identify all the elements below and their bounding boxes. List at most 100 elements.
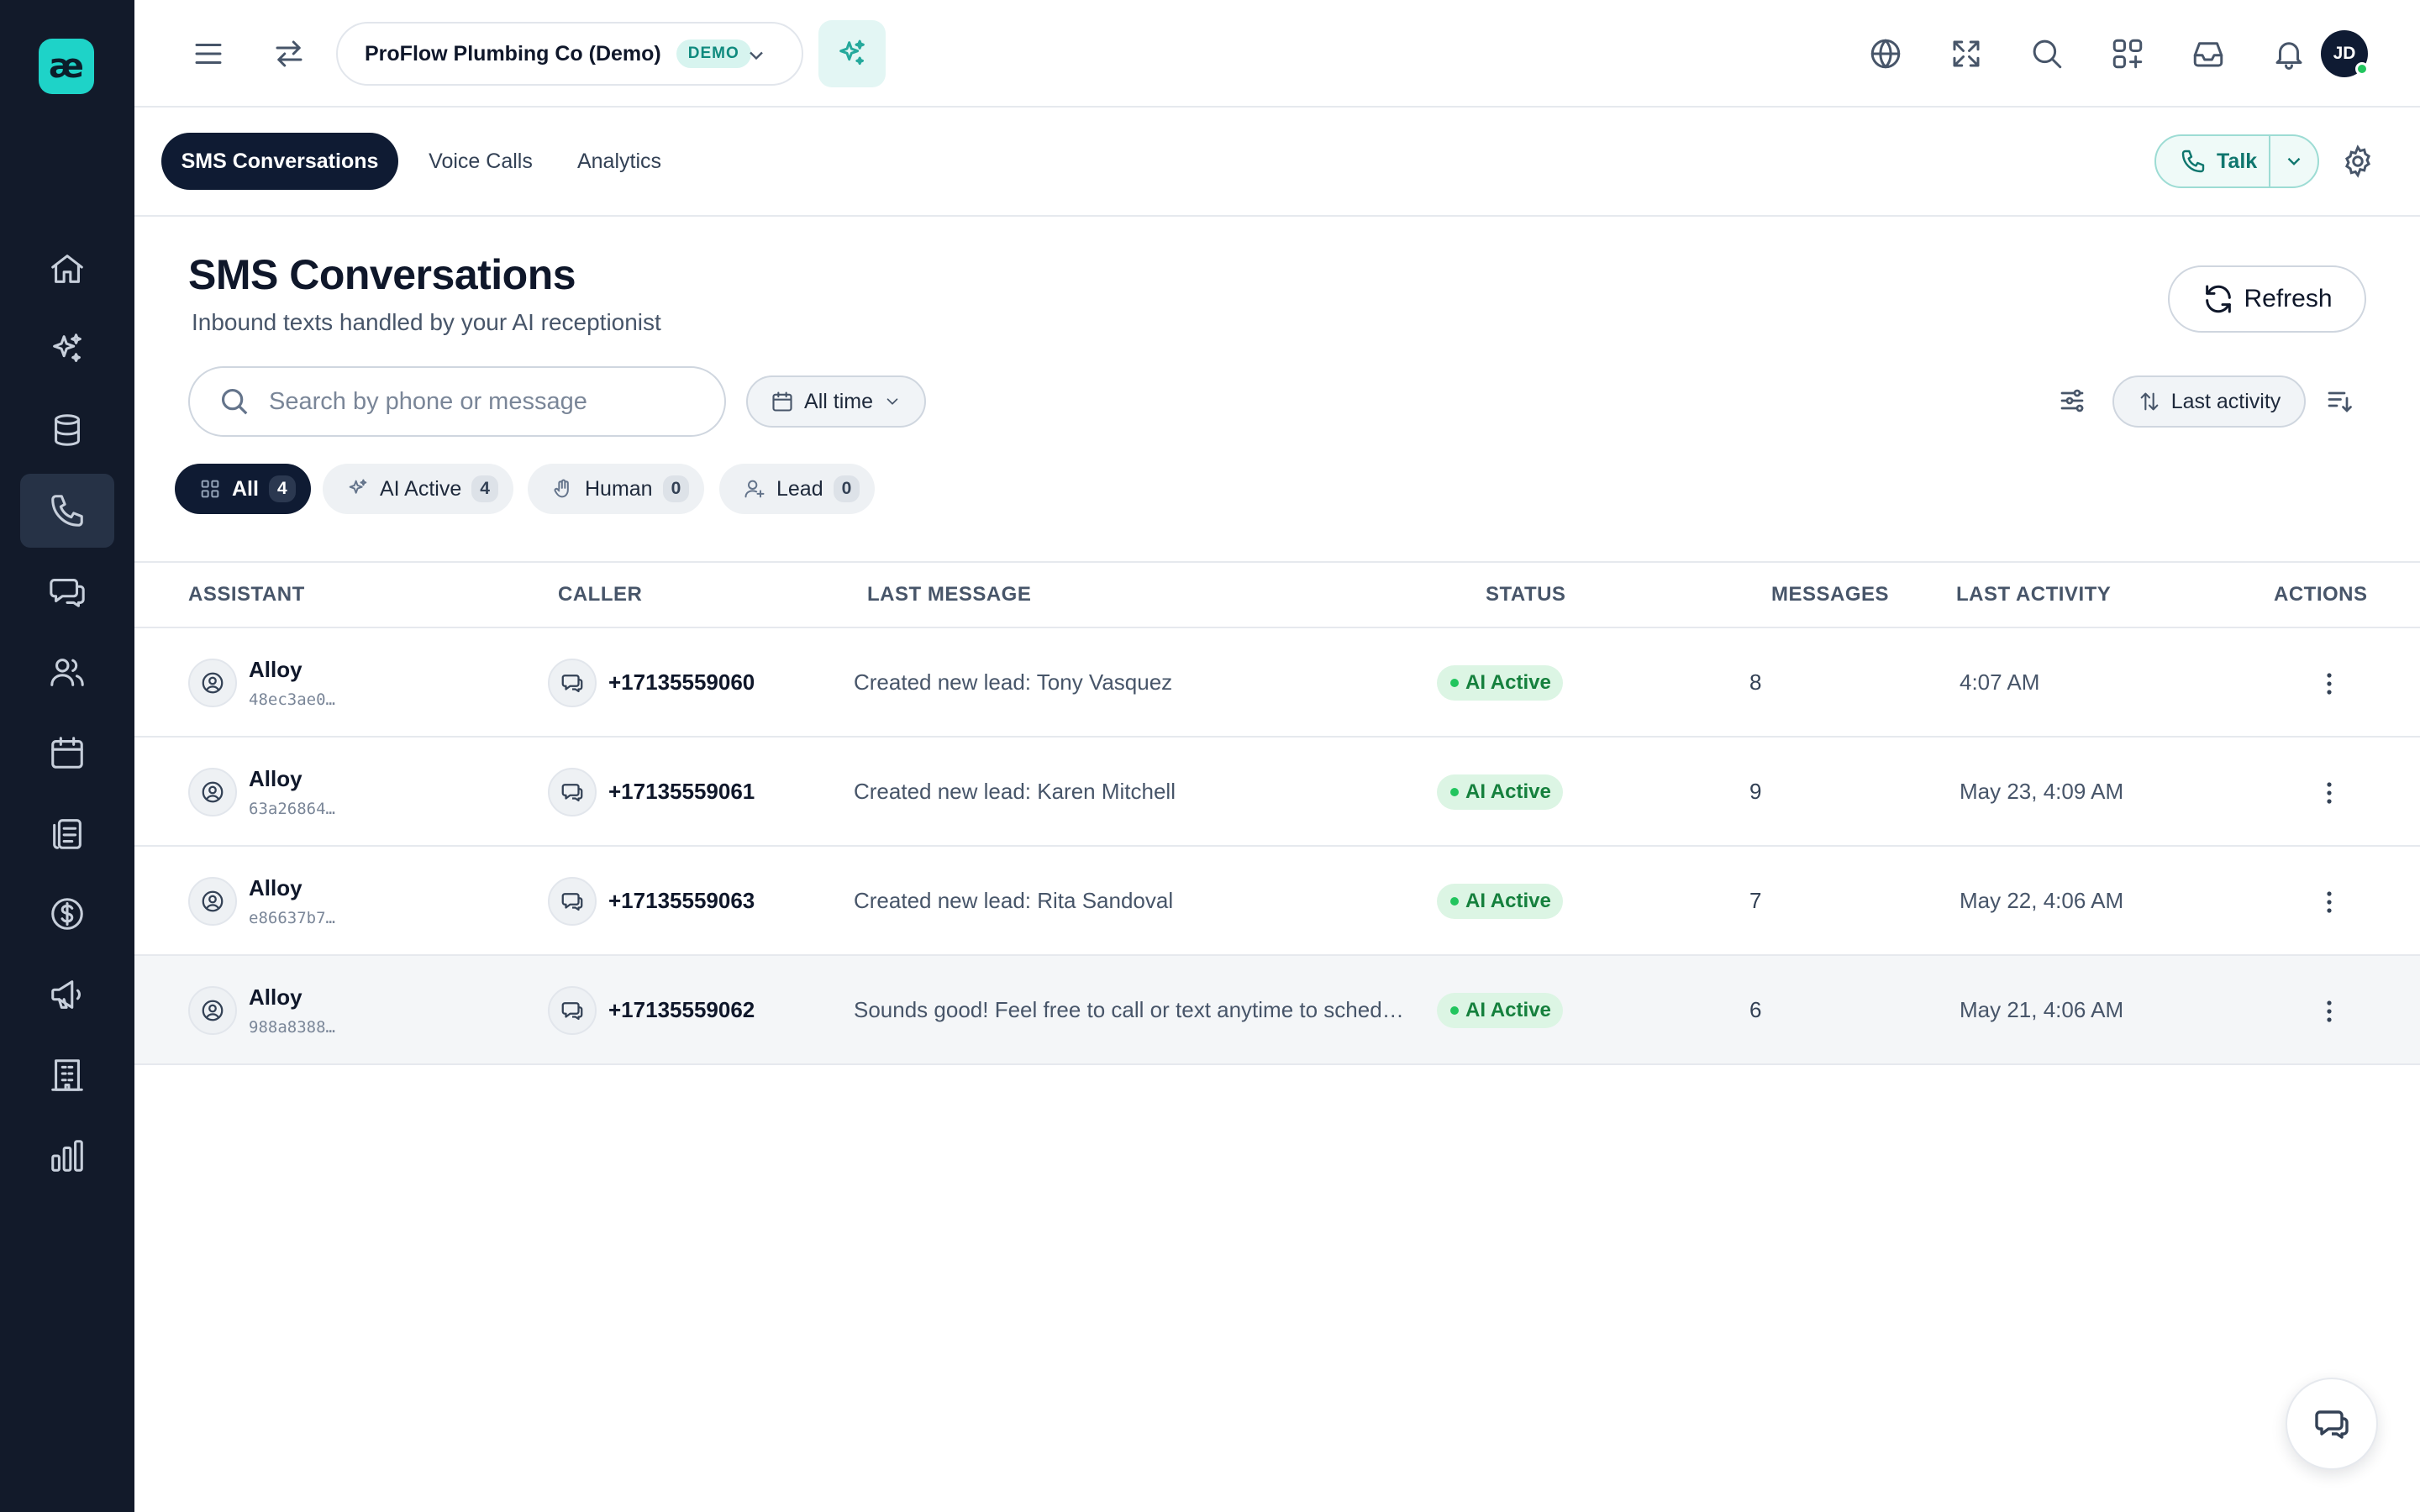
support-chat-button[interactable] xyxy=(2286,1378,2378,1470)
column-header-messages[interactable]: MESSAGES xyxy=(1771,583,1889,606)
chip-count: 0 xyxy=(833,475,860,502)
chat-icon xyxy=(2315,1410,2349,1439)
sidebar-item-reports[interactable] xyxy=(20,796,114,870)
table-row[interactable]: Alloy 63a26864… +17135559061 Created new… xyxy=(134,738,2420,847)
row-actions-button[interactable] xyxy=(2312,665,2346,702)
sidebar-item-billing[interactable] xyxy=(20,877,114,951)
sidebar-item-company[interactable] xyxy=(20,1038,114,1112)
column-header-assistant[interactable]: ASSISTANT xyxy=(188,583,305,606)
talk-button[interactable]: Talk xyxy=(2156,136,2270,186)
assistant-id: 63a26864… xyxy=(249,800,335,818)
sort-direction-button[interactable] xyxy=(2317,379,2361,423)
apps-button[interactable] xyxy=(2104,30,2151,77)
sidebar: æ xyxy=(0,0,134,1512)
column-header-caller[interactable]: CALLER xyxy=(558,583,642,606)
notifications-button[interactable] xyxy=(2265,30,2312,77)
caller-number: +17135559060 xyxy=(608,669,755,695)
chip-label: AI Active xyxy=(380,476,462,501)
filter-options-button[interactable] xyxy=(2050,379,2094,423)
sliders-icon xyxy=(2060,389,2084,412)
last-activity: May 21, 4:06 AM xyxy=(1960,997,2124,1022)
tab-sms-conversations[interactable]: SMS Conversations xyxy=(161,133,398,190)
status-dot xyxy=(1450,679,1459,687)
search-input[interactable] xyxy=(269,387,706,416)
row-actions-button[interactable] xyxy=(2312,993,2346,1030)
status-badge: AI Active xyxy=(1437,774,1563,810)
status-badge: AI Active xyxy=(1437,884,1563,919)
company-selector[interactable]: ProFlow Plumbing Co (Demo) DEMO xyxy=(336,22,803,86)
row-actions-button[interactable] xyxy=(2312,884,2346,921)
filter-chip-all[interactable]: All 4 xyxy=(175,464,311,514)
global-search-button[interactable] xyxy=(2023,30,2070,77)
menu-toggle-button[interactable] xyxy=(185,30,232,77)
bar-chart-icon xyxy=(51,1140,83,1172)
user-circle-icon xyxy=(202,781,224,803)
user-circle-icon xyxy=(202,890,224,912)
refresh-icon xyxy=(2206,285,2232,313)
settings-button[interactable] xyxy=(2334,138,2381,185)
column-header-actions: ACTIONS xyxy=(2274,583,2368,606)
date-range-filter[interactable]: All time xyxy=(746,375,926,428)
refresh-button[interactable]: Refresh xyxy=(2168,265,2366,333)
talk-options-dropdown[interactable] xyxy=(2270,136,2317,186)
assistant-name: Alloy xyxy=(249,766,302,791)
sidebar-item-campaigns[interactable] xyxy=(20,958,114,1032)
tab-voice-calls[interactable]: Voice Calls xyxy=(412,133,550,190)
sidebar-item-calendar[interactable] xyxy=(20,716,114,790)
sidebar-item-calls[interactable] xyxy=(20,474,114,548)
filter-chip-human[interactable]: Human 0 xyxy=(528,464,705,514)
database-icon xyxy=(55,414,80,446)
assistant-name: Alloy xyxy=(249,657,302,682)
status-label: AI Active xyxy=(1465,671,1551,694)
sparkles-icon xyxy=(839,39,865,66)
assistant-id: 988a8388… xyxy=(249,1018,335,1037)
status-dot xyxy=(1450,897,1459,906)
search-icon xyxy=(2033,39,2062,69)
tab-analytics[interactable]: Analytics xyxy=(560,133,679,190)
sidebar-item-ai[interactable] xyxy=(20,312,114,386)
column-header-status[interactable]: STATUS xyxy=(1486,583,1565,606)
message-count: 7 xyxy=(1749,888,1762,913)
more-vertical-icon xyxy=(2327,1000,2332,1022)
message-count: 9 xyxy=(1749,779,1762,804)
user-avatar[interactable]: JD xyxy=(2321,30,2369,77)
last-activity: May 23, 4:09 AM xyxy=(1960,779,2124,804)
status-dot xyxy=(1450,788,1459,796)
inbox-icon xyxy=(2193,42,2223,67)
message-count: 8 xyxy=(1749,669,1762,695)
language-button[interactable] xyxy=(1862,30,1909,77)
swap-arrows-icon xyxy=(276,40,302,67)
filter-chip-lead[interactable]: Lead 0 xyxy=(719,464,876,514)
demo-badge: DEMO xyxy=(676,39,751,68)
bell-icon xyxy=(2275,42,2302,70)
filter-chip-ai-active[interactable]: AI Active 4 xyxy=(323,464,513,514)
caller-number: +17135559061 xyxy=(608,779,755,804)
fullscreen-button[interactable] xyxy=(1943,30,1990,77)
column-header-last-message[interactable]: LAST MESSAGE xyxy=(867,583,1031,606)
row-actions-button[interactable] xyxy=(2312,774,2346,811)
table-row[interactable]: Alloy e86637b7… +17135559063 Created new… xyxy=(134,847,2420,956)
sidebar-item-analytics[interactable] xyxy=(20,1119,114,1193)
user-circle-icon xyxy=(202,1000,224,1021)
chevron-down-icon xyxy=(2287,157,2301,165)
ai-assistant-button[interactable] xyxy=(818,20,886,87)
megaphone-icon xyxy=(51,980,81,1009)
last-message: Created new lead: Tony Vasquez xyxy=(854,669,1173,695)
column-header-last-activity[interactable]: LAST ACTIVITY xyxy=(1956,583,2111,606)
sidebar-item-messages[interactable] xyxy=(20,554,114,628)
sort-selector[interactable]: Last activity xyxy=(2112,375,2306,428)
sidebar-item-data[interactable] xyxy=(20,393,114,467)
last-activity: 4:07 AM xyxy=(1960,669,2040,695)
switch-account-button[interactable] xyxy=(266,30,313,77)
home-icon xyxy=(51,255,83,283)
app-logo[interactable]: æ xyxy=(39,39,94,94)
inbox-button[interactable] xyxy=(2185,30,2232,77)
caller-avatar xyxy=(548,659,597,707)
more-vertical-icon xyxy=(2327,891,2332,913)
sidebar-item-home[interactable] xyxy=(20,232,114,306)
page-title: SMS Conversations xyxy=(188,251,576,298)
table-row[interactable]: Alloy 988a8388… +17135559062 Sounds good… xyxy=(134,956,2420,1065)
sidebar-item-contacts[interactable] xyxy=(20,635,114,709)
table-row[interactable]: Alloy 48ec3ae0… +17135559060 Created new… xyxy=(134,628,2420,738)
chip-label: Lead xyxy=(776,476,823,501)
